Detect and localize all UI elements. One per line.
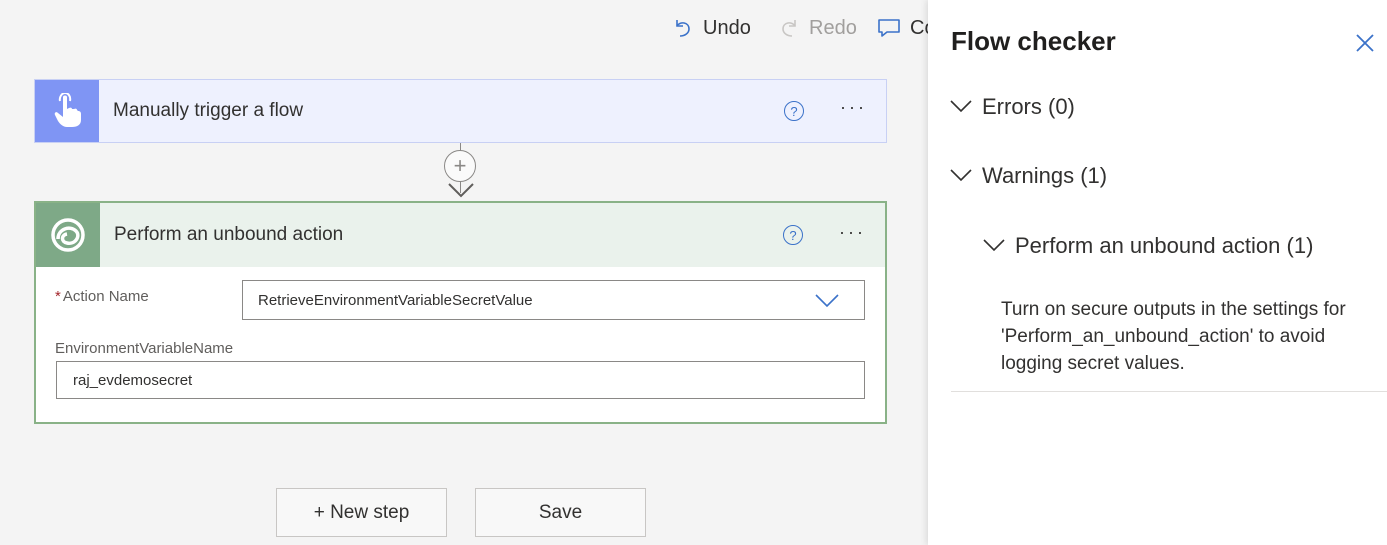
redo-icon: [782, 20, 796, 37]
action-name-value: RetrieveEnvironmentVariableSecretValue: [258, 291, 533, 309]
action-header[interactable]: Perform an unbound action ? ···: [36, 203, 885, 267]
touch-hand-icon: [54, 93, 81, 127]
errors-section-toggle[interactable]: Errors (0): [950, 94, 1075, 120]
redo-button[interactable]: Redo: [778, 14, 857, 42]
warning-message: Turn on secure outputs in the settings f…: [1001, 299, 1346, 374]
dataverse-icon: [51, 218, 85, 252]
arrow-down-icon: [448, 183, 474, 198]
environment-variable-name-field[interactable]: raj_evdemosecret: [56, 361, 865, 399]
warning-group-toggle[interactable]: Perform an unbound action (1): [983, 233, 1313, 259]
chevron-down-icon: [815, 294, 839, 308]
trigger-title: Manually trigger a flow: [113, 100, 304, 121]
undo-label: Undo: [703, 16, 751, 39]
chevron-down-icon: [950, 169, 972, 182]
insert-step-button[interactable]: +: [444, 150, 476, 182]
divider: [951, 391, 1387, 392]
comments-button[interactable]: Co: [877, 14, 928, 42]
help-icon[interactable]: ?: [783, 225, 803, 245]
environment-variable-name-value: raj_evdemosecret: [73, 371, 193, 389]
redo-label: Redo: [809, 16, 857, 39]
trigger-icon-box: [35, 80, 99, 142]
more-options-icon[interactable]: ···: [840, 97, 867, 118]
close-icon[interactable]: [1355, 33, 1375, 53]
undo-icon: [676, 20, 690, 37]
action-card[interactable]: Perform an unbound action ? ··· * Action …: [34, 201, 887, 424]
trigger-card[interactable]: Manually trigger a flow ? ···: [34, 79, 887, 143]
plus-icon: +: [453, 153, 467, 178]
comment-icon: [878, 19, 900, 37]
flow-checker-panel: Flow checker Errors (0) Warnings (1) Per…: [928, 0, 1387, 545]
save-button[interactable]: Save: [475, 488, 646, 537]
undo-button[interactable]: Undo: [672, 14, 751, 42]
action-title: Perform an unbound action: [114, 224, 344, 245]
more-options-icon[interactable]: ···: [839, 222, 866, 243]
warnings-label: Warnings (1): [982, 163, 1108, 188]
required-marker: *: [55, 288, 61, 305]
help-icon[interactable]: ?: [784, 101, 804, 121]
warnings-section-toggle[interactable]: Warnings (1): [950, 163, 1107, 189]
new-step-button[interactable]: + New step: [276, 488, 447, 537]
flow-canvas: Undo Redo Co Manually trigger a flow ? ·…: [0, 0, 928, 545]
panel-title: Flow checker: [951, 26, 1116, 56]
errors-label: Errors (0): [982, 94, 1075, 119]
action-name-label: * Action Name: [55, 288, 149, 305]
action-name-dropdown[interactable]: RetrieveEnvironmentVariableSecretValue: [242, 280, 865, 320]
environment-variable-name-label: EnvironmentVariableName: [55, 340, 234, 357]
action-icon-box: [36, 203, 100, 267]
chevron-down-icon: [983, 239, 1005, 252]
comments-label: Co: [910, 16, 928, 39]
warning-group-label: Perform an unbound action (1): [1015, 233, 1314, 258]
chevron-down-icon: [950, 100, 972, 113]
